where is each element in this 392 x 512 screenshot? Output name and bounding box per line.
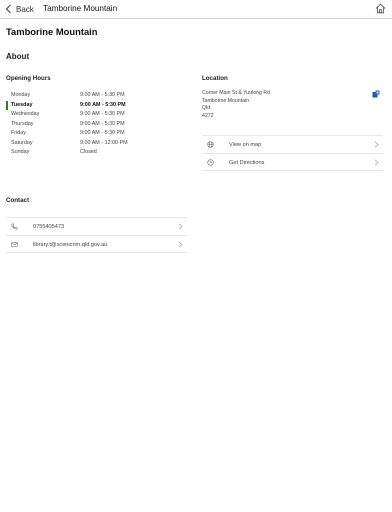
view-on-map-row[interactable]: View on map (202, 135, 383, 153)
time-label: 9:00 AM - 5:30 PM (80, 130, 125, 136)
day-label: Monday (11, 92, 31, 98)
get-directions-label: Get Directions (229, 160, 265, 166)
hours-row-monday: Monday 9:00 AM - 5:30 PM (6, 91, 186, 101)
top-navigation-bar: Back Tamborine Mountain (0, 0, 392, 19)
chevron-right-icon (178, 223, 183, 230)
phone-icon (11, 223, 18, 230)
home-icon[interactable] (375, 3, 386, 14)
contact-email-row[interactable]: library.t@scenicrim.qld.gov.au (6, 235, 187, 253)
map-pin-icon[interactable] (372, 90, 380, 98)
today-marker (6, 100, 8, 110)
chevron-left-icon (5, 4, 11, 14)
contact-heading: Contact (6, 197, 30, 204)
chevron-right-icon (178, 241, 183, 248)
phone-number: 0755405473 (33, 224, 65, 230)
day-label: Sunday (11, 149, 30, 155)
chevron-right-icon (374, 141, 379, 148)
get-directions-row[interactable]: Get Directions (202, 153, 383, 171)
day-label: Thursday (11, 120, 34, 127)
hours-row-wednesday: Wednesday 9:00 AM - 5:30 PM (6, 110, 186, 120)
chevron-right-icon (374, 159, 379, 166)
location-heading: Location (202, 75, 228, 82)
email-address: library.t@scenicrim.qld.gov.au (33, 242, 108, 248)
day-label: Wednesday (11, 111, 40, 117)
hours-row-saturday: Saturday 9:00 AM - 12:00 PM (6, 139, 186, 149)
time-label: Closed (80, 149, 97, 155)
address-line: Tamborine Mountain (202, 97, 250, 104)
mail-icon (11, 242, 18, 247)
address-line: 4272 (202, 112, 214, 119)
contact-phone-row[interactable]: 0755405473 (6, 217, 187, 235)
globe-icon (207, 141, 214, 148)
day-label: Tuesday (11, 101, 33, 108)
nav-title: Tamborine Mountain (43, 4, 118, 13)
compass-icon (207, 159, 214, 166)
about-heading: About (6, 52, 30, 61)
hours-row-sunday: Sunday Closed (6, 148, 186, 158)
opening-hours-table: Monday 9:00 AM - 5:30 PM Tuesday 9:00 AM… (6, 91, 186, 158)
hours-row-thursday: Thursday 9:00 AM - 5:30 PM (6, 120, 186, 130)
time-label: 9:00 AM - 5:30 PM (80, 101, 126, 108)
day-label: Saturday (11, 139, 33, 146)
time-label: 9:00 AM - 5:30 PM (80, 111, 125, 117)
address-line: Corner Main St & Yuulong Rd (202, 90, 270, 96)
view-on-map-label: View on map (229, 142, 262, 148)
time-label: 9:00 AM - 5:30 PM (80, 92, 125, 98)
time-label: 9:00 AM - 5:30 PM (80, 120, 125, 127)
location-address: Corner Main St & Yuulong Rd Tamborine Mo… (202, 90, 270, 120)
address-line: Qld (202, 105, 211, 112)
back-label: Back (16, 4, 34, 14)
page-title: Tamborine Mountain (6, 26, 98, 37)
back-button[interactable]: Back (5, 2, 34, 16)
hours-row-friday: Friday 9:00 AM - 5:30 PM (6, 129, 186, 139)
time-label: 9:00 AM - 12:00 PM (80, 139, 128, 146)
opening-hours-heading: Opening Hours (6, 75, 51, 82)
hours-row-tuesday: Tuesday 9:00 AM - 5:30 PM (6, 100, 186, 111)
day-label: Friday (11, 130, 26, 136)
